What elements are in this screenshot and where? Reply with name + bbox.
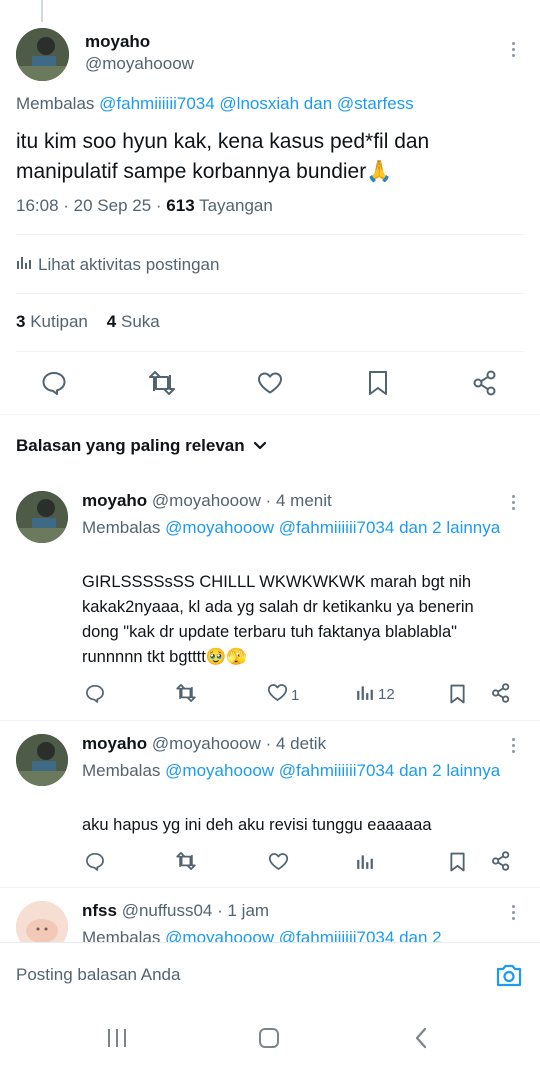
reply-prefix: Membalas <box>16 94 95 113</box>
avatar[interactable] <box>16 734 68 786</box>
reply-icon[interactable] <box>84 850 106 872</box>
reply-icon[interactable] <box>84 682 106 704</box>
retweet-icon[interactable] <box>145 368 179 398</box>
reply-handle[interactable]: @moyahooow <box>152 734 261 753</box>
activity-label: Lihat aktivitas postingan <box>38 254 220 274</box>
reply-display-name[interactable]: moyaho <box>82 491 147 510</box>
reply-display-name[interactable]: nfss <box>82 901 117 920</box>
tweet-time[interactable]: 16:08 · 20 Sep 25 · <box>16 196 162 215</box>
bookmark-icon[interactable] <box>446 682 468 706</box>
post-activity-link[interactable]: Lihat aktivitas postingan <box>16 254 219 275</box>
avatar[interactable] <box>16 28 69 81</box>
home-icon[interactable] <box>254 1025 284 1051</box>
reply-conj: dan <box>303 94 333 113</box>
like-count: 1 <box>291 686 300 704</box>
more-icon[interactable] <box>503 733 523 757</box>
camera-icon[interactable] <box>494 961 524 989</box>
reply-time[interactable]: · 1 jam <box>217 901 269 920</box>
sort-dropdown[interactable]: Balasan yang paling relevan <box>16 436 267 456</box>
reply-text: GIRLSSSSsSS CHILLL WKWKWKWK marah bgt ni… <box>82 573 474 666</box>
reply-suffix[interactable]: dan 2 <box>399 928 442 942</box>
reply-mentions[interactable]: @moyahooow @fahmiiiiii7034 <box>165 761 394 780</box>
more-icon[interactable] <box>503 37 523 61</box>
back-icon[interactable] <box>406 1025 436 1051</box>
share-icon[interactable] <box>490 682 512 704</box>
quotes-stat[interactable]: 3 Kutipan <box>16 312 88 331</box>
likes-stat[interactable]: 4 Suka <box>107 312 160 331</box>
views-count: 613 <box>166 196 195 215</box>
handle[interactable]: @moyahooow <box>85 54 194 74</box>
reply-prefix: Membalas <box>82 518 161 537</box>
views-label: Tayangan <box>199 196 273 215</box>
system-nav-bar <box>0 1001 540 1071</box>
engagement-stats: 3 Kutipan 4 Suka <box>16 312 160 332</box>
reply-handle[interactable]: @moyahooow <box>152 491 261 510</box>
views-icon <box>356 683 374 706</box>
divider <box>16 234 524 235</box>
retweet-icon[interactable] <box>174 682 198 704</box>
heart-icon[interactable] <box>267 850 289 872</box>
reply-time[interactable]: · 4 menit <box>266 491 332 510</box>
reply-mentions[interactable]: @moyahooow @fahmiiiiii7034 <box>165 518 394 537</box>
views-button[interactable]: 12 <box>356 683 395 706</box>
bookmark-icon[interactable] <box>446 850 468 874</box>
likes-label: Suka <box>120 312 160 331</box>
reply-header: moyaho @moyahooow · 4 detik <box>82 731 326 756</box>
quotes-label: Kutipan <box>30 312 88 331</box>
recent-apps-icon[interactable] <box>102 1025 132 1051</box>
composer-bar: Posting balasan Anda <box>0 943 540 1001</box>
more-icon[interactable] <box>503 490 523 514</box>
reply-mentions[interactable]: @moyahooow @fahmiiiiii7034 <box>165 928 394 942</box>
bookmark-icon[interactable] <box>362 368 394 398</box>
reply-header: moyaho @moyahooow · 4 menit <box>82 488 332 513</box>
retweet-icon[interactable] <box>174 850 198 872</box>
reply-context: Membalas @moyahooow @fahmiiiiii7034 dan … <box>82 515 512 540</box>
reply-handle[interactable]: @nuffuss04 <box>122 901 213 920</box>
reply-mentions[interactable]: @fahmiiiiii7034 @lnosxiah <box>99 94 299 113</box>
reply-context: Membalas @moyahooow @fahmiiiiii7034 dan … <box>82 925 442 942</box>
reply-divider <box>0 720 540 721</box>
views-icon <box>16 254 32 275</box>
reply-time[interactable]: · 4 detik <box>266 734 326 753</box>
share-icon[interactable] <box>490 850 512 872</box>
chevron-down-icon <box>253 436 267 456</box>
reply-display-name[interactable]: moyaho <box>82 734 147 753</box>
views-icon[interactable] <box>355 851 375 871</box>
heart-icon[interactable] <box>254 368 286 398</box>
likes-count: 4 <box>106 312 117 331</box>
reply-icon[interactable] <box>38 368 70 398</box>
reply-prefix: Membalas <box>82 928 161 942</box>
partial-reply: nfss @nuffuss04 · 1 jam Membalas @moyaho… <box>0 888 540 942</box>
heart-icon <box>267 683 288 707</box>
section-divider <box>0 414 540 415</box>
pray-emoji: 🙏 <box>366 160 393 183</box>
thread-line <box>41 0 43 22</box>
tweet-text: itu kim soo hyun kak, kena kasus ped*fil… <box>16 127 516 187</box>
quotes-count: 3 <box>16 312 26 331</box>
reply-suffix[interactable]: dan 2 lainnya <box>399 518 500 537</box>
reply-last-mention[interactable]: @starfess <box>337 94 414 113</box>
divider <box>16 293 524 294</box>
reply-context: Membalas @fahmiiiiii7034 @lnosxiah dan @… <box>16 94 414 114</box>
reply-composer-input[interactable]: Posting balasan Anda <box>16 965 180 985</box>
like-button[interactable]: 1 <box>267 683 299 707</box>
reply-prefix: Membalas <box>82 761 161 780</box>
reply-context: Membalas @moyahooow @fahmiiiiii7034 dan … <box>82 758 512 783</box>
views-count: 12 <box>378 686 395 703</box>
avatar[interactable] <box>16 901 68 942</box>
reply-header: nfss @nuffuss04 · 1 jam <box>82 898 269 923</box>
share-icon[interactable] <box>469 368 501 398</box>
divider <box>16 351 524 352</box>
sort-label: Balasan yang paling relevan <box>16 436 245 455</box>
avatar[interactable] <box>16 491 68 543</box>
reply-text: aku hapus yg ini deh aku revisi tunggu e… <box>82 816 432 834</box>
reply-suffix[interactable]: dan 2 lainnya <box>399 761 500 780</box>
more-icon[interactable] <box>503 900 523 924</box>
tweet-meta: 16:08 · 20 Sep 25 · 613 Tayangan <box>16 196 273 216</box>
display-name[interactable]: moyaho <box>85 32 150 52</box>
